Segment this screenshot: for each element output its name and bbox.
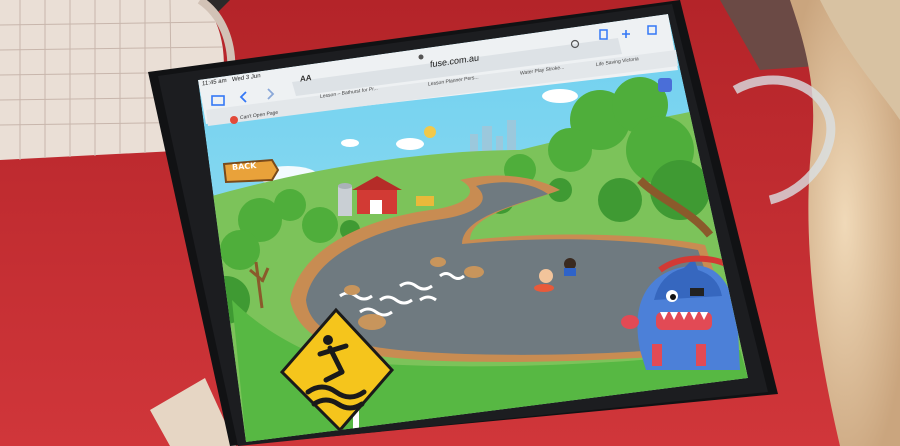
tab-2[interactable]: Lesson Planner Pers... — [428, 75, 479, 88]
cloud — [542, 89, 578, 103]
bookmark-cant-open[interactable]: Can't Open Page — [240, 110, 278, 121]
page-menu-icon[interactable] — [658, 78, 672, 92]
tab-4[interactable]: Life Saving Victoria — [596, 56, 639, 68]
status-time: 11:45 am — [202, 77, 227, 88]
url-text[interactable]: fuse.com.au — [430, 53, 479, 70]
cloud — [396, 138, 424, 150]
text-size-button[interactable]: AA — [300, 73, 312, 84]
photo-scene: 11:45 am Wed 3 Jun AA fuse.com.au Lesson… — [0, 0, 900, 446]
tab-1[interactable]: Lesson – Bathurst for Pr... — [320, 86, 378, 100]
status-date: Wed 3 Jun — [232, 73, 261, 84]
tab-3[interactable]: Water Play Stroke... — [520, 65, 564, 77]
cloud — [341, 139, 359, 147]
coin-icon[interactable] — [424, 126, 436, 138]
